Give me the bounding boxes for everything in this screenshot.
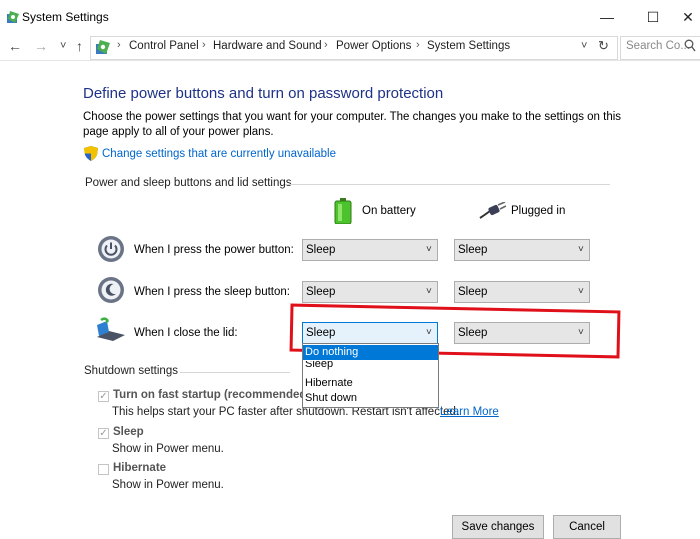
select-value: Sleep	[306, 244, 336, 256]
chevron-down-icon: ˅	[578, 244, 584, 255]
refresh-button[interactable]: ↻	[598, 38, 609, 54]
section-divider	[285, 184, 610, 185]
address-dropdown-button[interactable]: ˅	[581, 40, 587, 52]
breadcrumb-separator-icon: ›	[202, 39, 206, 51]
buttons-section-title: Power and sleep buttons and lid settings	[85, 177, 292, 189]
learn-more-link[interactable]: Learn More	[440, 406, 499, 418]
hibernate-option-description: Show in Power menu.	[112, 479, 224, 491]
column-header-on-battery: On battery	[362, 205, 416, 217]
laptop-lid-icon	[97, 317, 125, 341]
shutdown-section-title: Shutdown settings	[84, 365, 178, 377]
breadcrumb-control-panel[interactable]: Control Panel	[129, 40, 199, 52]
breadcrumb-power-options[interactable]: Power Options	[336, 40, 411, 52]
breadcrumb-hardware-and-sound[interactable]: Hardware and Sound	[213, 40, 322, 52]
back-button[interactable]: ←	[8, 38, 22, 54]
select-value: Sleep	[458, 244, 488, 256]
minimize-button[interactable]: —	[584, 4, 630, 30]
breadcrumb-separator-icon: ›	[416, 39, 420, 51]
dropdown-option-shut-down[interactable]: Shut down	[303, 391, 438, 406]
battery-icon	[334, 198, 352, 224]
up-button[interactable]: ↑	[76, 38, 83, 54]
fast-startup-label: Turn on fast startup (recommended)	[113, 389, 311, 401]
power-button-label: When I press the power button:	[134, 244, 294, 256]
chevron-down-icon: ˅	[426, 286, 432, 297]
lid-label: When I close the lid:	[134, 327, 238, 339]
chevron-down-icon: ˅	[426, 244, 432, 255]
uac-shield-icon	[84, 146, 98, 161]
breadcrumb-system-settings[interactable]: System Settings	[427, 40, 510, 52]
search-input[interactable]: Search Co...	[626, 40, 690, 52]
control-panel-icon	[96, 40, 110, 54]
checkmark-icon: ✓	[99, 428, 108, 439]
chevron-down-icon: ˅	[578, 286, 584, 297]
hibernate-checkbox[interactable]	[98, 464, 109, 475]
dropdown-option-sleep[interactable]: Sleep	[303, 361, 438, 371]
dropdown-option-hibernate[interactable]: Hibernate	[303, 376, 438, 391]
sleep-option-description: Show in Power menu.	[112, 443, 224, 455]
intro-text-line2: page apply to all of your power plans.	[83, 126, 274, 138]
search-icon[interactable]	[684, 39, 696, 53]
select-value: Sleep	[458, 286, 488, 298]
page-title: Define power buttons and turn on passwor…	[83, 85, 444, 102]
power-plug-icon	[479, 202, 506, 219]
window-title: System Settings	[22, 10, 109, 24]
close-button[interactable]: ✕	[676, 4, 700, 30]
sleep-option-label: Sleep	[113, 426, 144, 438]
control-panel-icon	[7, 11, 19, 23]
select-value: Sleep	[306, 286, 336, 298]
dropdown-option-do-nothing[interactable]: Do nothing	[303, 345, 438, 360]
recent-locations-button[interactable]: ˅	[60, 40, 66, 52]
sleep-button-label: When I press the sleep button:	[134, 286, 290, 298]
column-header-plugged-in: Plugged in	[511, 205, 566, 217]
power-button-icon	[98, 236, 124, 262]
maximize-button[interactable]: ☐	[630, 4, 676, 30]
hibernate-option-label: Hibernate	[113, 462, 167, 474]
save-changes-button[interactable]: Save changes	[452, 515, 544, 539]
breadcrumb-separator-icon: ›	[324, 39, 328, 51]
change-settings-link[interactable]: Change settings that are currently unava…	[102, 148, 336, 160]
forward-button[interactable]: →	[34, 38, 48, 54]
checkmark-icon: ✓	[99, 391, 108, 402]
section-divider	[180, 372, 290, 373]
cancel-button[interactable]: Cancel	[553, 515, 621, 539]
breadcrumb-separator-icon: ›	[117, 39, 121, 51]
sleep-button-icon	[98, 277, 124, 303]
intro-text-line1: Choose the power settings that you want …	[83, 111, 622, 123]
